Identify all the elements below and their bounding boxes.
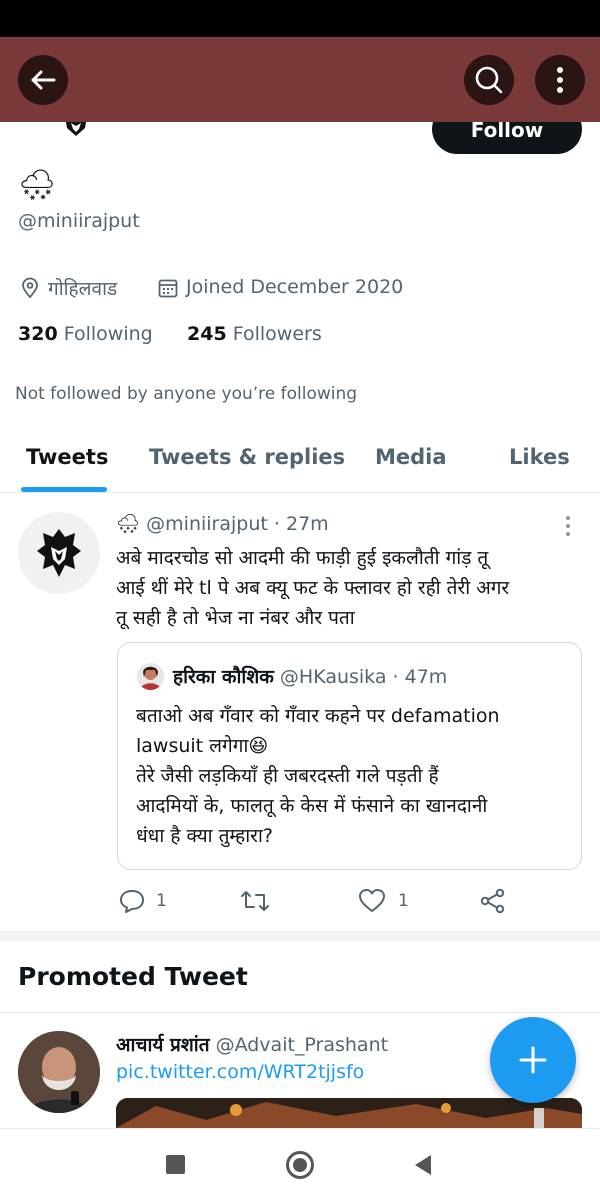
promoted-divider	[0, 1012, 600, 1013]
tab-likes[interactable]: Likes	[509, 445, 570, 469]
promoted-heading: Promoted Tweet	[18, 962, 248, 991]
recent-apps-icon[interactable]	[166, 1155, 185, 1174]
profile-joined-date: Joined December 2020	[186, 276, 404, 298]
system-navigation-bar	[0, 1128, 600, 1200]
promoted-author-name: आचार्य प्रशांत	[116, 1034, 210, 1056]
promoted-author-handle: @Advait_Prashant	[215, 1034, 389, 1056]
promoted-author-avatar[interactable]	[18, 1031, 100, 1113]
tweet-author-handle[interactable]: @miniirajput	[146, 513, 268, 535]
followers-count: 245	[187, 323, 227, 345]
share-button[interactable]	[480, 888, 506, 918]
location-pin-icon	[20, 277, 40, 303]
followed-by-note: Not followed by anyone you’re following	[15, 384, 358, 404]
plus-icon	[519, 1046, 547, 1074]
following-label: Following	[63, 323, 153, 345]
quoted-line: lawsuit लगेगा😆	[136, 735, 269, 757]
quoted-author-avatar	[137, 663, 164, 690]
tweet-line: तू सही है तो भेज ना नंबर और पता	[116, 607, 355, 629]
more-options-button[interactable]	[535, 55, 585, 105]
tweet-author-avatar[interactable]	[18, 512, 100, 594]
quoted-line: बताओ अब गँवार को गँवार कहने पर defamatio…	[136, 705, 500, 727]
tweet-time: · 27m	[273, 513, 329, 535]
promoted-media-image[interactable]	[116, 1098, 582, 1128]
display-name-emoji: 🌨	[18, 168, 57, 203]
tweet-author-emoji: 🌨	[116, 513, 141, 535]
like-button[interactable]: 1	[358, 888, 409, 914]
quoted-line: आदमियों के, फालतू के केस में फंसाने का ख…	[136, 795, 488, 817]
following-count: 320	[18, 323, 58, 345]
following-stat[interactable]: 320 Following	[18, 323, 153, 345]
calendar-icon	[158, 278, 178, 302]
tab-media[interactable]: Media	[375, 445, 447, 469]
followers-label: Followers	[232, 323, 322, 345]
section-divider	[0, 931, 600, 941]
more-vertical-icon	[557, 67, 563, 93]
reply-button[interactable]: 1	[118, 888, 167, 914]
followers-stat[interactable]: 245 Followers	[187, 323, 322, 345]
quoted-author-handle: @HKausika	[279, 666, 387, 688]
reply-count: 1	[156, 891, 167, 911]
quoted-author-name: हरिका कौशिक	[173, 666, 274, 688]
share-icon	[480, 888, 505, 914]
profile-header-bar	[0, 37, 600, 122]
retweet-button[interactable]	[240, 889, 270, 917]
more-vertical-icon	[566, 516, 570, 536]
tabs-divider	[0, 492, 600, 493]
tweet-more-button[interactable]	[562, 514, 574, 544]
quoted-tweet-body: बताओ अब गँवार को गँवार कहने पर defamatio…	[136, 701, 576, 851]
tweet-header: 🌨 @miniirajput · 27m	[116, 512, 329, 535]
tweet-line: अबे मादरचोड सो आदमी की फाड़ी हुई इकलौती …	[116, 547, 489, 569]
retweet-icon	[241, 891, 269, 911]
reply-icon	[120, 890, 144, 913]
promoted-link[interactable]: pic.twitter.com/WRT2tjjsfo	[116, 1061, 364, 1083]
home-icon[interactable]	[286, 1151, 314, 1179]
quoted-line: तेरे जैसी लड़कियाँ ही जबरदस्ती गले पड़ती…	[136, 765, 439, 787]
quoted-line: धंधा है क्या तुम्हारा?	[136, 825, 273, 847]
back-arrow-icon	[31, 70, 56, 90]
tweet-body: अबे मादरचोड सो आदमी की फाड़ी हुई इकलौती …	[116, 543, 586, 633]
promoted-tweet-header: आचार्य प्रशांत @Advait_Prashant	[116, 1031, 388, 1057]
tweet-line: आई थीं मेरे tl पे अब क्यू फट के फ्लावर ह…	[116, 577, 510, 599]
like-count: 1	[398, 891, 409, 911]
search-icon	[475, 66, 503, 94]
tab-tweets-and-replies[interactable]: Tweets & replies	[149, 445, 345, 469]
quoted-tweet-header: हरिका कौशिक @HKausika · 47m	[173, 663, 447, 689]
back-button[interactable]	[18, 55, 68, 105]
lion-logo-icon	[37, 529, 81, 577]
profile-handle: @miniirajput	[18, 210, 140, 232]
compose-tweet-button[interactable]	[490, 1017, 576, 1103]
back-nav-icon[interactable]	[414, 1154, 432, 1180]
heart-icon	[359, 889, 385, 912]
status-bar	[0, 0, 600, 37]
tab-tweets[interactable]: Tweets	[26, 445, 108, 469]
quoted-tweet-card[interactable]: हरिका कौशिक @HKausika · 47m बताओ अब गँवा…	[117, 642, 582, 870]
search-button[interactable]	[464, 55, 514, 105]
profile-location: गोहिलवाड	[48, 278, 118, 300]
quoted-tweet-time: · 47m	[392, 666, 448, 688]
